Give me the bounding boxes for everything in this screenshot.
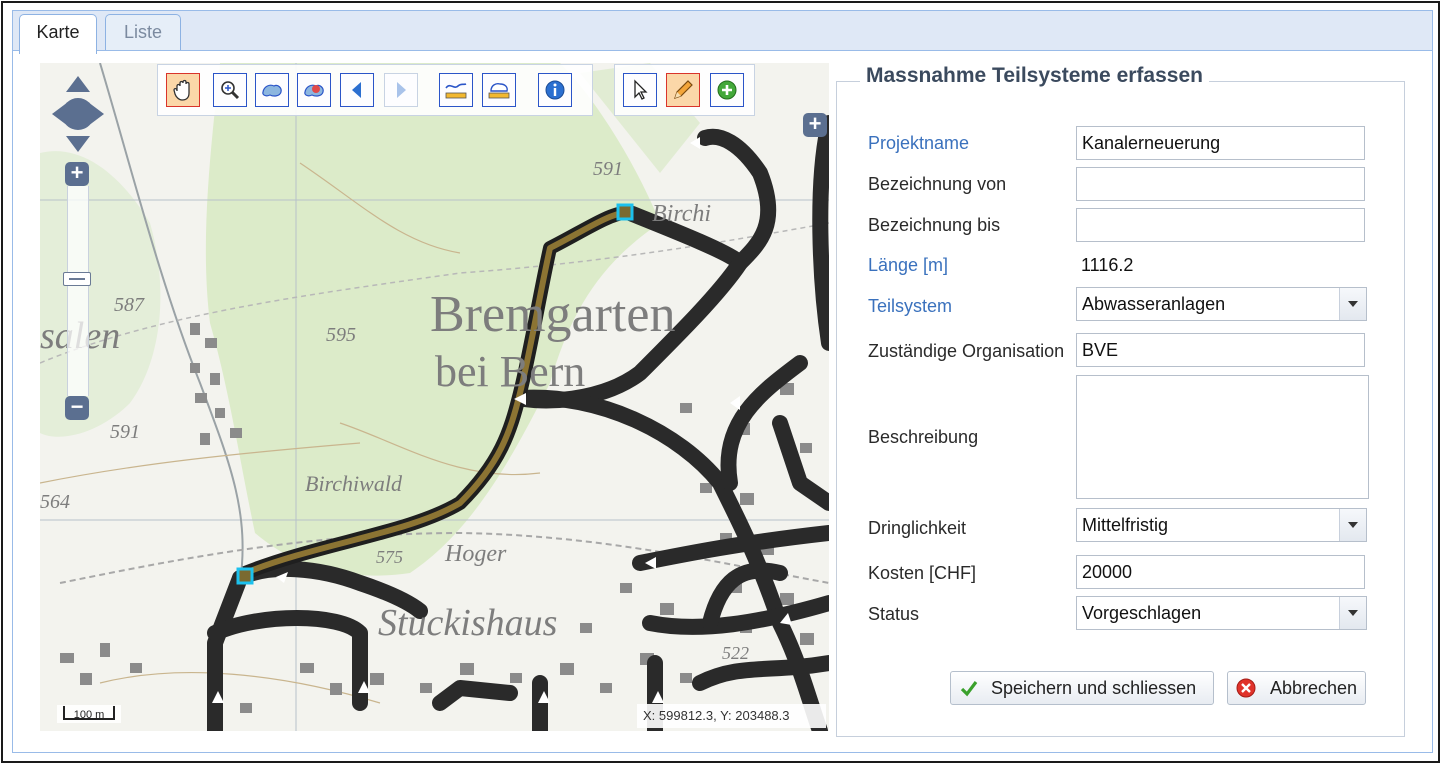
zoom-in-button[interactable]: +	[65, 162, 89, 186]
pan-control[interactable]	[52, 76, 104, 152]
measure-line-button[interactable]	[439, 73, 473, 107]
map-label-place2: Stuckishaus	[378, 602, 557, 644]
bezeichnung-von-input[interactable]	[1076, 167, 1365, 201]
teilsystem-select[interactable]: Abwasseranlagen	[1076, 287, 1367, 321]
cancel-icon	[1236, 678, 1256, 698]
map-label-forest: Birchiwald	[305, 471, 403, 496]
back-icon	[352, 82, 361, 98]
dringlichkeit-select[interactable]: Mittelfristig	[1076, 508, 1367, 542]
add-tool-button[interactable]	[710, 73, 744, 107]
map-label-town2: bei Bern	[435, 347, 585, 396]
forward-icon	[397, 82, 406, 98]
save-close-button[interactable]: Speichern und schliessen	[950, 671, 1214, 705]
map-elev-1: 591	[593, 158, 623, 180]
projektname-input[interactable]: Kanalerneuerung	[1076, 126, 1365, 160]
dringlichkeit-value: Mittelfristig	[1082, 515, 1169, 535]
measure-area-icon	[488, 83, 510, 99]
map-elev-5: 575	[376, 547, 403, 567]
map-label-place3: Birchi	[652, 201, 711, 227]
zoom-in-box-icon	[221, 81, 240, 100]
status-select[interactable]: Vorgeschlagen	[1076, 596, 1367, 630]
back-button[interactable]	[340, 73, 374, 107]
projektname-label: Projektname	[868, 133, 970, 153]
status-label: Status	[868, 604, 920, 624]
zoom-bar[interactable]	[67, 186, 89, 396]
select-tool-button[interactable]	[623, 73, 657, 107]
map-toolbar	[157, 64, 593, 116]
pan-right-icon	[88, 102, 104, 126]
scale-bar: 100 m	[57, 705, 121, 723]
forward-button[interactable]	[384, 73, 418, 107]
tab-bar	[12, 10, 1433, 54]
form-title: Massnahme Teilsysteme erfassen	[860, 64, 1209, 88]
zoom-extent-icon	[262, 84, 282, 97]
save-close-label: Speichern und schliessen	[991, 678, 1197, 698]
dringlichkeit-label: Dringlichkeit	[868, 518, 967, 538]
chevron-down-icon[interactable]	[1339, 288, 1366, 320]
kosten-input[interactable]: 20000	[1076, 555, 1365, 589]
organisation-label: Zuständige Organisation	[868, 341, 1065, 361]
pan-up-icon	[66, 76, 90, 92]
kosten-label: Kosten [CHF]	[868, 563, 977, 583]
mouse-coordinates: X: 599812.3, Y: 203488.3	[637, 704, 826, 728]
measure-area-button[interactable]	[482, 73, 516, 107]
tab-liste[interactable]: Liste	[105, 14, 181, 50]
zoom-extent-button[interactable]	[255, 73, 289, 107]
cancel-button[interactable]: Abbrechen	[1227, 671, 1366, 705]
cancel-label: Abbrechen	[1270, 678, 1358, 698]
teilsystem-label: Teilsystem	[868, 296, 953, 316]
select-icon	[634, 79, 648, 100]
organisation-input[interactable]: BVE	[1076, 333, 1365, 367]
info-icon	[545, 80, 565, 100]
map-label-town: Bremgarten	[430, 286, 675, 343]
beschreibung-textarea[interactable]	[1076, 375, 1369, 499]
zoom-box-button[interactable]	[213, 73, 247, 107]
pan-icon	[173, 79, 190, 101]
bezeichnung-bis-input[interactable]	[1076, 208, 1365, 242]
map-elev-3: 595	[326, 324, 356, 346]
map-elev-4: 591	[110, 421, 140, 443]
zoom-layer-button[interactable]	[297, 73, 331, 107]
zoom-layer-icon	[304, 84, 324, 97]
measure-line-icon	[445, 83, 467, 99]
bezeichnung-von-label: Bezeichnung von	[868, 174, 1007, 194]
map-elev-7: 522	[722, 643, 749, 663]
map-elev-6: 564	[40, 491, 70, 513]
map-label-place1: Hoger	[444, 541, 507, 567]
pan-tool-button[interactable]	[166, 73, 200, 107]
chevron-down-icon[interactable]	[1339, 597, 1366, 629]
draw-tool-button[interactable]	[666, 73, 700, 107]
map-elev-2: 587	[114, 294, 145, 316]
zoom-slider-handle[interactable]	[63, 272, 91, 286]
zoom-out-button[interactable]: −	[65, 396, 89, 420]
teilsystem-value: Abwasseranlagen	[1082, 294, 1226, 314]
tab-karte[interactable]: Karte	[19, 14, 97, 54]
map-canvas: Bremgarten bei Bern Birchiwald Hoger Stu…	[40, 63, 829, 731]
pan-left-icon	[52, 102, 68, 126]
bezeichnung-bis-label: Bezeichnung bis	[868, 215, 1001, 235]
beschreibung-label: Beschreibung	[868, 427, 979, 447]
chevron-down-icon[interactable]	[1339, 509, 1366, 541]
info-button[interactable]	[538, 73, 572, 107]
add-icon	[717, 80, 737, 100]
edit-toolbar	[614, 64, 755, 116]
pan-down-icon	[66, 136, 90, 152]
status-value: Vorgeschlagen	[1082, 603, 1202, 623]
checkmark-icon	[960, 681, 978, 697]
laenge-label: Länge [m]	[868, 255, 949, 275]
map-view[interactable]: Bremgarten bei Bern Birchiwald Hoger Stu…	[40, 63, 829, 731]
layer-switcher-button[interactable]: +	[803, 113, 827, 137]
laenge-value: 1116.2	[1081, 255, 1134, 275]
pencil-icon	[674, 80, 693, 99]
